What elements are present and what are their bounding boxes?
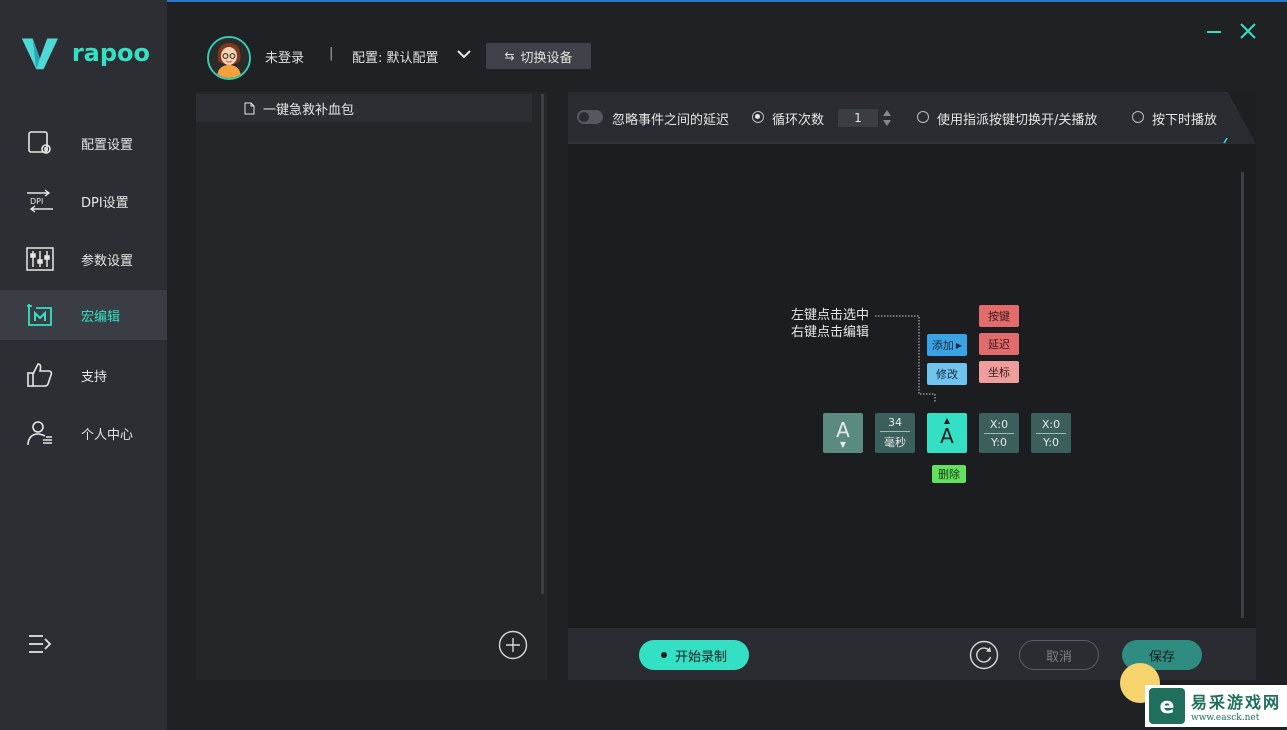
dpi-icon: DPI xyxy=(25,186,55,216)
ignore-delay-label: 忽略事件之间的延迟 xyxy=(612,113,730,128)
toggle-play-radio[interactable] xyxy=(917,111,929,123)
menu-collapse-button[interactable] xyxy=(27,632,53,656)
key-down-arrow-icon: ▼ xyxy=(839,440,847,449)
sidebar-item-label: 配置设置 xyxy=(81,137,134,153)
add-macro-button[interactable] xyxy=(498,630,528,660)
macro-name: 一键急救补血包 xyxy=(263,102,355,118)
press-play-label: 按下时播放 xyxy=(1152,113,1218,128)
key-event-node[interactable]: A ▼ xyxy=(823,413,863,453)
watermark-url: www.easck.net xyxy=(1191,713,1260,723)
coord-y: Y:0 xyxy=(991,435,1007,449)
hint-leader-line xyxy=(875,315,936,402)
loop-count-radio[interactable] xyxy=(752,111,764,123)
site-watermark: e 易采游戏网 www.easck.net xyxy=(1120,655,1287,730)
close-icon[interactable] xyxy=(1239,22,1257,40)
editor-toolbar: 忽略事件之间的延迟 循环次数 1 使用指派按键切换开/关播放 按下时播放 xyxy=(568,92,1256,144)
refresh-icon[interactable] xyxy=(969,640,999,670)
minimize-icon[interactable] xyxy=(1205,22,1223,40)
macro-list-panel: 一键急救补血包 xyxy=(196,92,547,680)
avatar[interactable] xyxy=(207,36,251,80)
stepper-arrows-icon[interactable] xyxy=(882,109,892,127)
key-label: A xyxy=(940,424,954,448)
app-window: rapoo 配置设置 DPI DPI设置 参数设置 宏编辑 支持 个人中心 未登… xyxy=(0,0,1287,730)
document-icon xyxy=(244,102,255,114)
delay-event-node[interactable]: 34 毫秒 xyxy=(875,413,915,453)
key-event-node-selected[interactable]: ▲ A xyxy=(927,413,967,453)
cancel-button[interactable]: 取消 xyxy=(1019,640,1099,670)
hint-line-1: 左键点击选中 xyxy=(791,308,870,323)
svg-text:DPI: DPI xyxy=(30,197,43,206)
delay-value: 34 xyxy=(888,416,902,429)
config-selector-label[interactable]: 配置: 默认配置 xyxy=(352,47,439,66)
node-divider xyxy=(1036,432,1066,434)
coord-x: X:0 xyxy=(989,417,1009,431)
macro-canvas[interactable]: 左键点击选中 右键点击编辑 添加 ▶ 修改 按键 延迟 坐标 A ▼ 34 毫秒… xyxy=(568,144,1256,628)
thumbs-up-icon xyxy=(25,360,55,390)
coord-y: Y:0 xyxy=(1043,435,1059,449)
toolbar-corner-cut xyxy=(1228,92,1256,144)
add-label: 添加 xyxy=(931,339,954,352)
macro-editor: 忽略事件之间的延迟 循环次数 1 使用指派按键切换开/关播放 按下时播放 左键点… xyxy=(568,92,1256,680)
brand-name: rapoo xyxy=(71,38,150,67)
press-play-radio[interactable] xyxy=(1132,111,1144,123)
node-divider xyxy=(984,432,1014,434)
coordinate-event-node[interactable]: X:0 Y:0 xyxy=(1031,413,1071,453)
user-avatar-icon xyxy=(209,38,249,78)
sidebar-item-macro[interactable]: 宏编辑 xyxy=(0,290,167,340)
sidebar-item-label: 宏编辑 xyxy=(81,309,121,325)
config-settings-icon xyxy=(25,128,55,158)
coordinate-event-node[interactable]: X:0 Y:0 xyxy=(979,413,1019,453)
record-label: 开始录制 xyxy=(674,649,727,665)
chevron-down-icon[interactable] xyxy=(457,49,471,59)
sidebar-item-label: DPI设置 xyxy=(81,195,129,211)
watermark-box: e 易采游戏网 www.easck.net xyxy=(1145,685,1287,727)
switch-device-label: 切换设备 xyxy=(520,50,573,66)
delay-unit: 毫秒 xyxy=(884,436,906,449)
sidebar-item-dpi[interactable]: DPI DPI设置 xyxy=(0,176,167,226)
menu-expand-icon xyxy=(29,635,52,653)
macro-edit-icon xyxy=(25,300,55,330)
switch-device-button[interactable]: ⇆ 切换设备 xyxy=(486,43,591,69)
modify-event-button[interactable]: 修改 xyxy=(927,363,967,385)
record-dot-icon xyxy=(660,652,667,658)
login-status[interactable]: 未登录 xyxy=(265,47,304,66)
watermark-title: 易采游戏网 xyxy=(1191,693,1282,712)
watermark-text: 易采游戏网 www.easck.net xyxy=(1191,689,1281,723)
loop-count-input[interactable]: 1 xyxy=(838,109,878,127)
sidebar-item-config[interactable]: 配置设置 xyxy=(0,118,167,168)
easck-logo-icon: e xyxy=(1149,688,1185,724)
start-recording-button[interactable]: 开始录制 xyxy=(639,640,749,670)
sidebar: rapoo 配置设置 DPI DPI设置 参数设置 宏编辑 支持 个人中心 xyxy=(0,0,167,730)
add-event-button[interactable]: 添加 ▶ xyxy=(927,334,967,356)
sidebar-item-params[interactable]: 参数设置 xyxy=(0,234,167,284)
user-center-icon xyxy=(25,418,55,448)
header: 未登录 | 配置: 默认配置 ⇆ 切换设备 xyxy=(167,2,1287,92)
list-item[interactable]: 一键急救补血包 xyxy=(196,94,532,122)
sidebar-item-user-center[interactable]: 个人中心 xyxy=(0,408,167,458)
insert-delay-button[interactable]: 延迟 xyxy=(979,333,1019,355)
toggle-play-label: 使用指派按键切换开/关播放 xyxy=(937,113,1098,128)
coord-x: X:0 xyxy=(1041,417,1061,431)
key-label: A xyxy=(836,418,850,442)
caret-right-icon: ▶ xyxy=(955,340,963,350)
canvas-scrollbar[interactable] xyxy=(1241,172,1244,618)
delete-event-button[interactable]: 删除 xyxy=(932,465,966,483)
hint-line-2: 右键点击编辑 xyxy=(791,325,870,340)
brand-logo: rapoo xyxy=(20,30,150,75)
edit-hint: 左键点击选中 右键点击编辑 xyxy=(791,307,869,341)
insert-coord-button[interactable]: 坐标 xyxy=(979,361,1019,383)
sidebar-item-label: 支持 xyxy=(81,369,108,385)
sidebar-item-support[interactable]: 支持 xyxy=(0,350,167,400)
rapoo-v-logo-icon xyxy=(21,38,59,69)
node-divider xyxy=(880,431,910,432)
ignore-delay-toggle[interactable] xyxy=(577,110,603,124)
sidebar-item-label: 参数设置 xyxy=(81,253,134,269)
list-scrollbar[interactable] xyxy=(541,94,544,594)
parameter-sliders-icon xyxy=(25,244,55,274)
loop-count-label: 循环次数 xyxy=(772,113,825,128)
insert-key-button[interactable]: 按键 xyxy=(979,305,1019,327)
swap-arrows-icon: ⇆ xyxy=(504,49,515,63)
header-separator: | xyxy=(329,46,334,61)
sidebar-item-label: 个人中心 xyxy=(81,427,134,443)
